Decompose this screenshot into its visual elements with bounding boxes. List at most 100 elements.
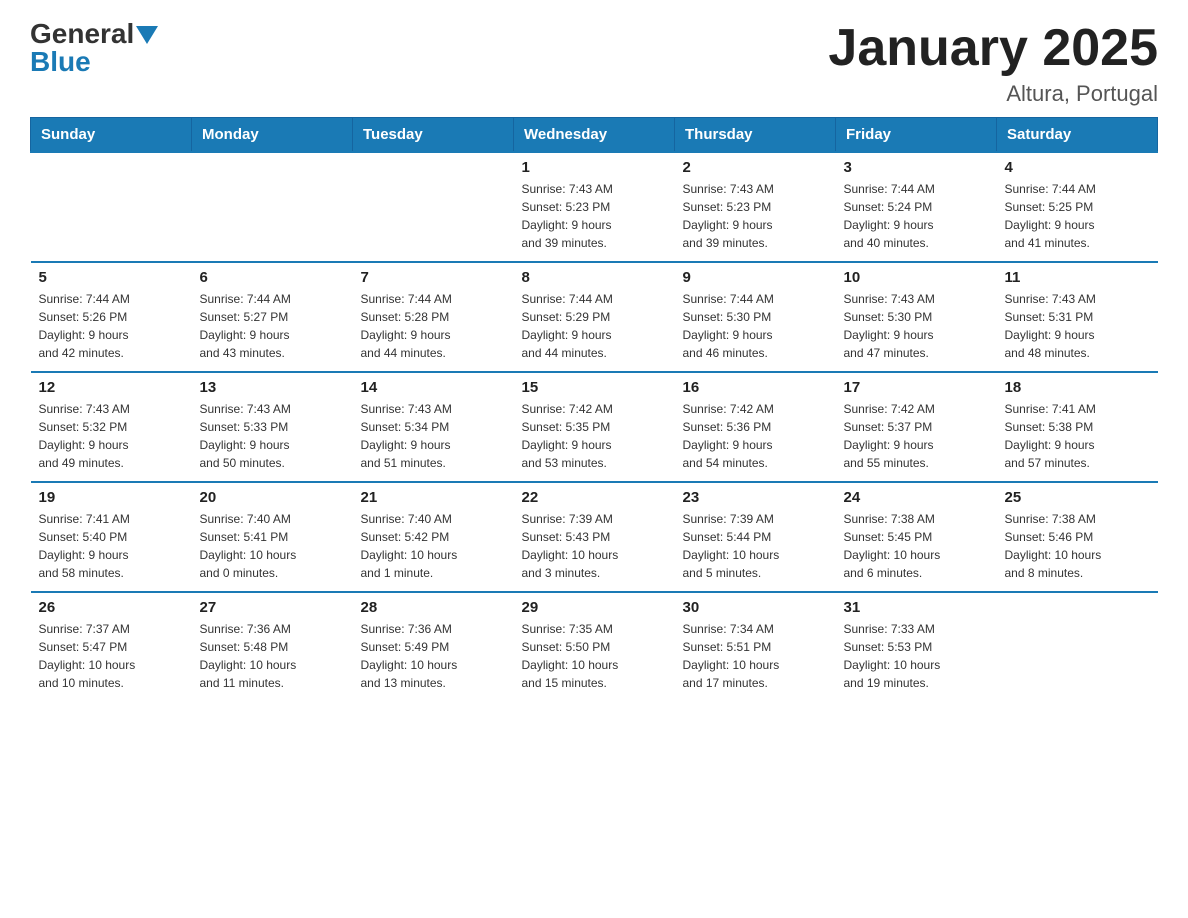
day-info: Sunrise: 7:38 AM Sunset: 5:45 PM Dayligh… (844, 510, 989, 582)
day-number: 4 (1005, 159, 1150, 176)
header-cell-friday: Friday (836, 118, 997, 153)
calendar-body: 1Sunrise: 7:43 AM Sunset: 5:23 PM Daylig… (31, 152, 1158, 702)
header-cell-monday: Monday (192, 118, 353, 153)
calendar-cell: 21Sunrise: 7:40 AM Sunset: 5:42 PM Dayli… (353, 482, 514, 592)
calendar-cell: 19Sunrise: 7:41 AM Sunset: 5:40 PM Dayli… (31, 482, 192, 592)
day-info: Sunrise: 7:43 AM Sunset: 5:32 PM Dayligh… (39, 400, 184, 472)
calendar-cell: 31Sunrise: 7:33 AM Sunset: 5:53 PM Dayli… (836, 592, 997, 702)
day-info: Sunrise: 7:43 AM Sunset: 5:33 PM Dayligh… (200, 400, 345, 472)
header-row: SundayMondayTuesdayWednesdayThursdayFrid… (31, 118, 1158, 153)
day-number: 5 (39, 269, 184, 286)
calendar-cell: 30 Sunrise: 7:34 AM Sunset: 5:51 PM Dayli… (675, 592, 836, 702)
day-info: Sunrise: 7:42 AM Sunset: 5:36 PM Dayligh… (683, 400, 828, 472)
header-cell-thursday: Thursday (675, 118, 836, 153)
calendar-cell: 18Sunrise: 7:41 AM Sunset: 5:38 PM Dayli… (997, 372, 1158, 482)
week-row-4: 19Sunrise: 7:41 AM Sunset: 5:40 PM Dayli… (31, 482, 1158, 592)
calendar-cell: 3Sunrise: 7:44 AM Sunset: 5:24 PM Daylig… (836, 152, 997, 262)
day-number: 13 (200, 379, 345, 396)
logo: General Blue (30, 20, 158, 76)
calendar-cell (31, 152, 192, 262)
calendar-cell: 24 Sunrise: 7:38 AM Sunset: 5:45 PM Dayli… (836, 482, 997, 592)
week-row-5: 26 Sunrise: 7:37 AM Sunset: 5:47 PM Dayli… (31, 592, 1158, 702)
header-cell-sunday: Sunday (31, 118, 192, 153)
day-info: Sunrise: 7:34 AM Sunset: 5:51 PM Dayligh… (683, 620, 828, 692)
day-number: 19 (39, 489, 184, 506)
calendar-cell: 12Sunrise: 7:43 AM Sunset: 5:32 PM Dayli… (31, 372, 192, 482)
calendar-cell: 14Sunrise: 7:43 AM Sunset: 5:34 PM Dayli… (353, 372, 514, 482)
calendar-cell: 6 Sunrise: 7:44 AM Sunset: 5:27 PM Daylig… (192, 262, 353, 372)
calendar-cell: 25 Sunrise: 7:38 AM Sunset: 5:46 PM Dayli… (997, 482, 1158, 592)
day-number: 24 (844, 489, 989, 506)
calendar-cell (353, 152, 514, 262)
calendar-table: SundayMondayTuesdayWednesdayThursdayFrid… (30, 117, 1158, 702)
day-info: Sunrise: 7:44 AM Sunset: 5:28 PM Dayligh… (361, 290, 506, 362)
day-info: Sunrise: 7:42 AM Sunset: 5:35 PM Dayligh… (522, 400, 667, 472)
day-number: 6 (200, 269, 345, 286)
day-number: 14 (361, 379, 506, 396)
logo-general-text: General (30, 20, 134, 48)
day-info: Sunrise: 7:39 AM Sunset: 5:43 PM Dayligh… (522, 510, 667, 582)
day-number: 11 (1005, 269, 1150, 286)
day-info: Sunrise: 7:44 AM Sunset: 5:26 PM Dayligh… (39, 290, 184, 362)
day-number: 17 (844, 379, 989, 396)
calendar-cell: 22 Sunrise: 7:39 AM Sunset: 5:43 PM Dayli… (514, 482, 675, 592)
week-row-3: 12Sunrise: 7:43 AM Sunset: 5:32 PM Dayli… (31, 372, 1158, 482)
day-info: Sunrise: 7:38 AM Sunset: 5:46 PM Dayligh… (1005, 510, 1150, 582)
day-info: Sunrise: 7:37 AM Sunset: 5:47 PM Dayligh… (39, 620, 184, 692)
day-number: 30 (683, 599, 828, 616)
calendar-cell: 4 Sunrise: 7:44 AM Sunset: 5:25 PM Daylig… (997, 152, 1158, 262)
day-info: Sunrise: 7:43 AM Sunset: 5:30 PM Dayligh… (844, 290, 989, 362)
day-info: Sunrise: 7:35 AM Sunset: 5:50 PM Dayligh… (522, 620, 667, 692)
day-info: Sunrise: 7:33 AM Sunset: 5:53 PM Dayligh… (844, 620, 989, 692)
day-number: 20 (200, 489, 345, 506)
calendar-cell: 17 Sunrise: 7:42 AM Sunset: 5:37 PM Dayli… (836, 372, 997, 482)
calendar-cell: 23 Sunrise: 7:39 AM Sunset: 5:44 PM Dayli… (675, 482, 836, 592)
calendar-header: SundayMondayTuesdayWednesdayThursdayFrid… (31, 118, 1158, 153)
day-number: 28 (361, 599, 506, 616)
day-info: Sunrise: 7:44 AM Sunset: 5:25 PM Dayligh… (1005, 180, 1150, 252)
week-row-2: 5 Sunrise: 7:44 AM Sunset: 5:26 PM Daylig… (31, 262, 1158, 372)
day-number: 26 (39, 599, 184, 616)
day-number: 15 (522, 379, 667, 396)
calendar-cell: 8 Sunrise: 7:44 AM Sunset: 5:29 PM Daylig… (514, 262, 675, 372)
day-info: Sunrise: 7:44 AM Sunset: 5:27 PM Dayligh… (200, 290, 345, 362)
day-info: Sunrise: 7:39 AM Sunset: 5:44 PM Dayligh… (683, 510, 828, 582)
day-info: Sunrise: 7:43 AM Sunset: 5:23 PM Dayligh… (683, 180, 828, 252)
header-cell-wednesday: Wednesday (514, 118, 675, 153)
calendar-cell: 26 Sunrise: 7:37 AM Sunset: 5:47 PM Dayli… (31, 592, 192, 702)
day-number: 2 (683, 159, 828, 176)
day-info: Sunrise: 7:41 AM Sunset: 5:38 PM Dayligh… (1005, 400, 1150, 472)
calendar-cell: 13 Sunrise: 7:43 AM Sunset: 5:33 PM Dayli… (192, 372, 353, 482)
logo-triangle-icon (136, 26, 158, 44)
calendar-cell: 29Sunrise: 7:35 AM Sunset: 5:50 PM Dayli… (514, 592, 675, 702)
day-number: 7 (361, 269, 506, 286)
day-number: 27 (200, 599, 345, 616)
calendar-cell: 10 Sunrise: 7:43 AM Sunset: 5:30 PM Dayli… (836, 262, 997, 372)
calendar-cell: 11 Sunrise: 7:43 AM Sunset: 5:31 PM Dayli… (997, 262, 1158, 372)
week-row-1: 1Sunrise: 7:43 AM Sunset: 5:23 PM Daylig… (31, 152, 1158, 262)
calendar-cell: 7 Sunrise: 7:44 AM Sunset: 5:28 PM Daylig… (353, 262, 514, 372)
header-cell-tuesday: Tuesday (353, 118, 514, 153)
calendar-cell: 28Sunrise: 7:36 AM Sunset: 5:49 PM Dayli… (353, 592, 514, 702)
day-number: 3 (844, 159, 989, 176)
day-number: 10 (844, 269, 989, 286)
day-number: 22 (522, 489, 667, 506)
day-number: 25 (1005, 489, 1150, 506)
day-info: Sunrise: 7:44 AM Sunset: 5:29 PM Dayligh… (522, 290, 667, 362)
day-info: Sunrise: 7:42 AM Sunset: 5:37 PM Dayligh… (844, 400, 989, 472)
calendar-cell: 27 Sunrise: 7:36 AM Sunset: 5:48 PM Dayli… (192, 592, 353, 702)
calendar-cell: 9Sunrise: 7:44 AM Sunset: 5:30 PM Daylig… (675, 262, 836, 372)
calendar-cell (192, 152, 353, 262)
calendar-cell (997, 592, 1158, 702)
day-number: 21 (361, 489, 506, 506)
day-info: Sunrise: 7:36 AM Sunset: 5:48 PM Dayligh… (200, 620, 345, 692)
day-info: Sunrise: 7:44 AM Sunset: 5:30 PM Dayligh… (683, 290, 828, 362)
day-number: 23 (683, 489, 828, 506)
calendar-title: January 2025 (828, 20, 1158, 77)
page-header: General Blue January 2025 Altura, Portug… (30, 20, 1158, 107)
calendar-cell: 1Sunrise: 7:43 AM Sunset: 5:23 PM Daylig… (514, 152, 675, 262)
day-number: 8 (522, 269, 667, 286)
header-cell-saturday: Saturday (997, 118, 1158, 153)
logo-blue-text: Blue (30, 48, 91, 76)
day-info: Sunrise: 7:43 AM Sunset: 5:31 PM Dayligh… (1005, 290, 1150, 362)
